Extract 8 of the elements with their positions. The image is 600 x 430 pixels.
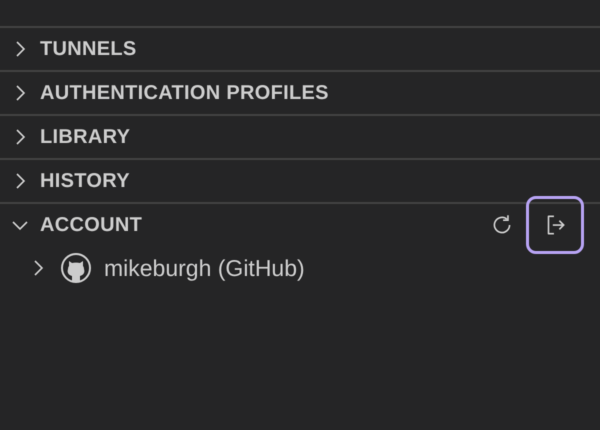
cat-icon: [60, 252, 92, 284]
section-title[interactable]: LIBRARY: [40, 126, 130, 148]
account-name[interactable]: mikeburgh (GitHub): [104, 254, 305, 282]
section-title[interactable]: ACCOUNT: [40, 214, 142, 236]
section-title[interactable]: TUNNELS: [40, 38, 137, 60]
section-title[interactable]: HISTORY: [40, 170, 130, 192]
section-title[interactable]: AUTHENTICATION PROFILES: [40, 82, 329, 104]
sign-out-button[interactable]: [526, 196, 584, 254]
